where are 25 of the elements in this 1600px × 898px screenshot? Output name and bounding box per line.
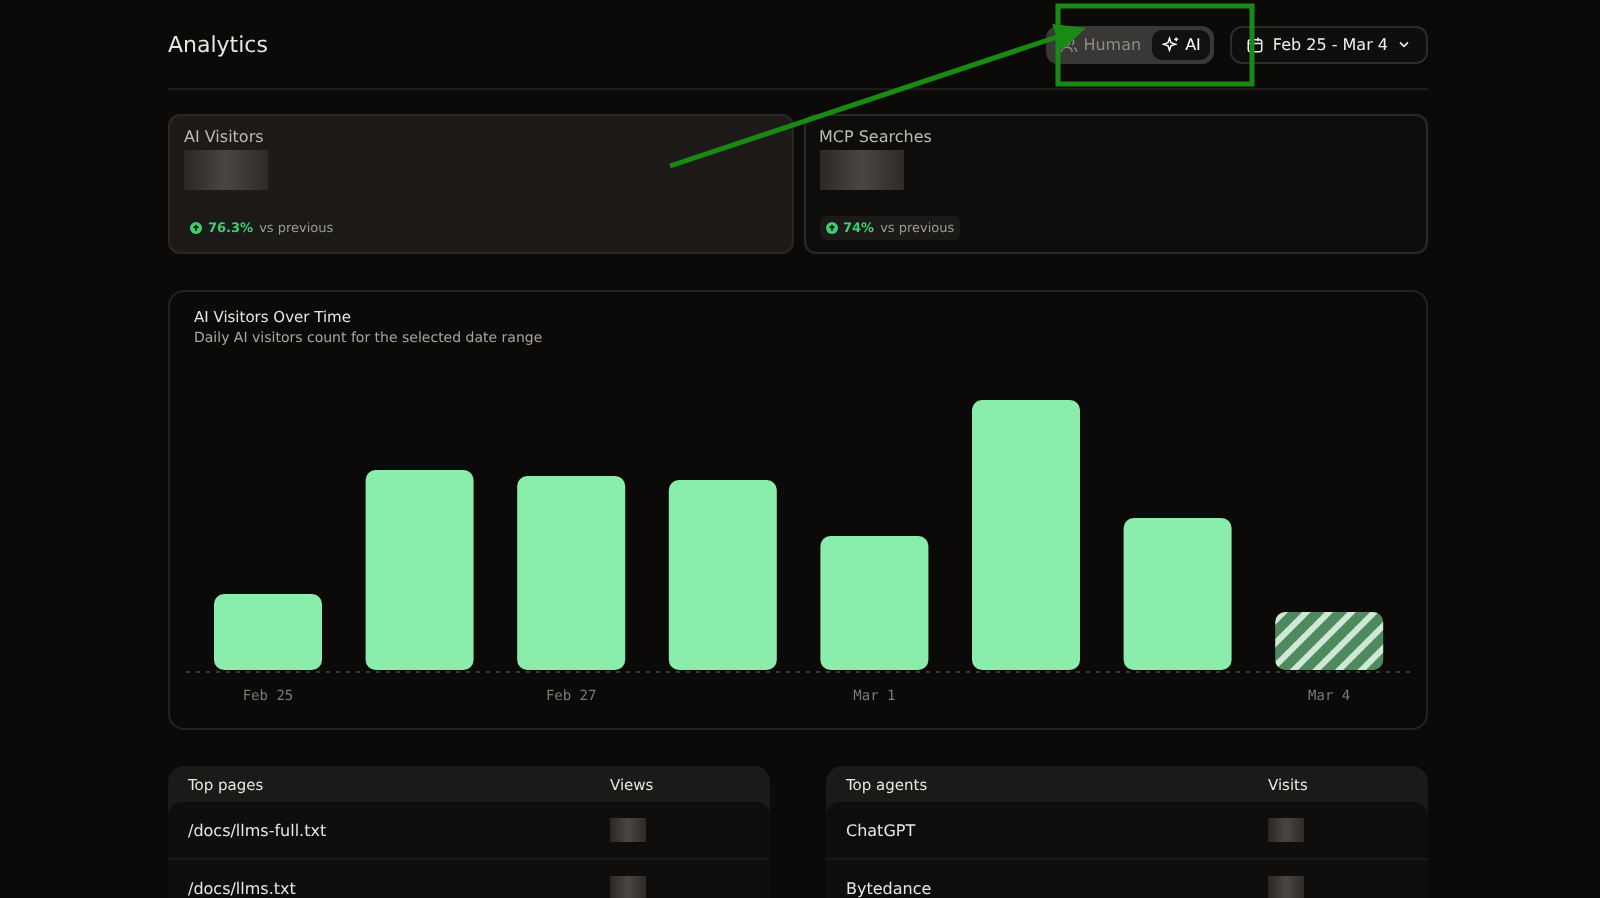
table-cell: ChatGPT: [846, 821, 916, 839]
blurred-value: [1268, 818, 1304, 842]
blurred-value: [610, 818, 646, 842]
chart-bar: [1275, 612, 1384, 670]
table-cell: /docs/llms.txt: [188, 879, 296, 897]
users-icon: [1059, 35, 1078, 53]
sparkle-icon: [1161, 35, 1180, 53]
table-cell: Bytedance: [846, 879, 932, 897]
page-title: Analytics: [168, 31, 268, 57]
blurred-value: [1268, 876, 1304, 898]
blurred-value: [184, 150, 268, 190]
calendar-icon: [1246, 35, 1265, 53]
arrow-up-circle-icon: [825, 222, 837, 234]
chart-bar: [820, 536, 929, 670]
date-range-button[interactable]: Feb 25 - Mar 4: [1230, 25, 1428, 63]
blurred-value: [610, 876, 646, 898]
toggle-option[interactable]: AI: [1151, 29, 1211, 59]
toggle-option[interactable]: Human: [1049, 29, 1152, 59]
table-cell: /docs/llms-full.txt: [188, 821, 327, 839]
chevron-down-icon: [1396, 36, 1412, 52]
chart-bar: [214, 594, 322, 670]
arrow-up-circle-icon: [190, 222, 202, 234]
stat-label: AI Visitors: [184, 128, 264, 146]
blurred-value: [819, 150, 903, 190]
stat-label: MCP Searches: [819, 128, 932, 146]
